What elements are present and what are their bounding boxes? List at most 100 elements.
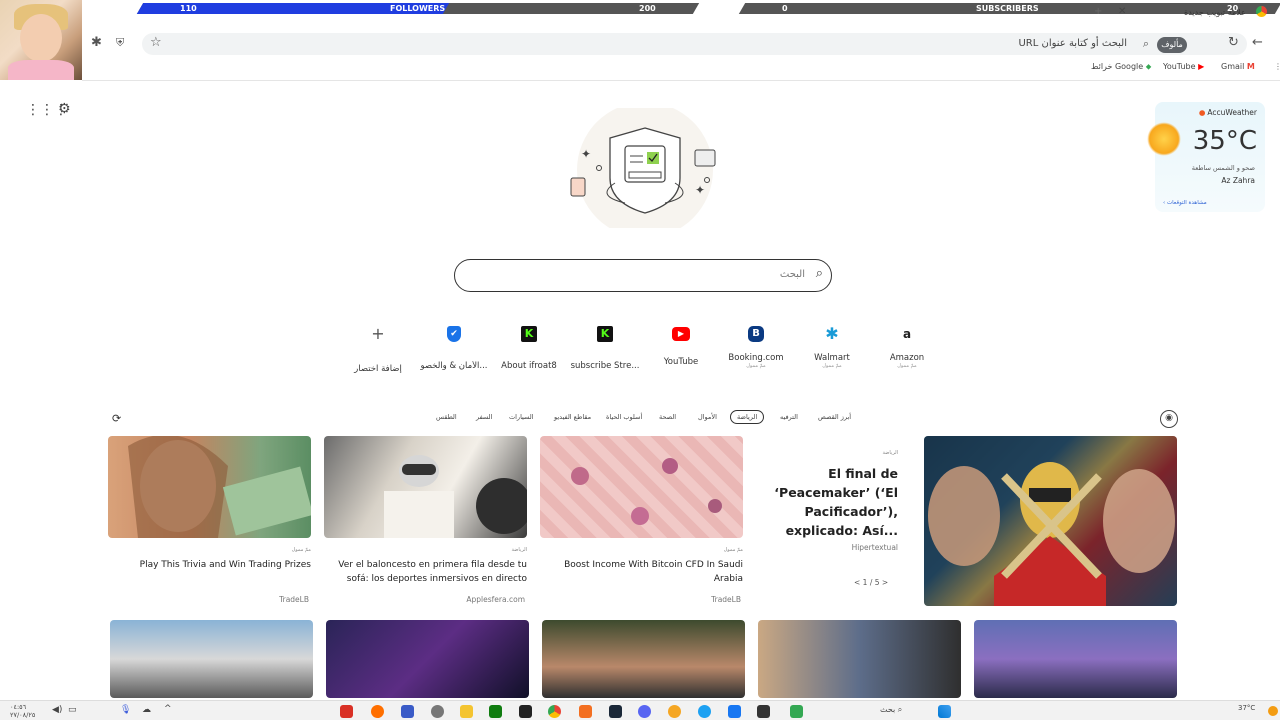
shortcut-kick-about[interactable]: K About ifroat8 [491, 320, 567, 380]
add-shortcut-button[interactable]: + إضافة اختصار [340, 320, 416, 380]
app-icon[interactable] [401, 705, 414, 718]
category-weather[interactable]: الطقس [436, 413, 457, 421]
category-lifestyle[interactable]: أسلوب الحياة [606, 413, 642, 421]
shortcut-walmart[interactable]: ✱ Walmart ممّ ممول [794, 320, 870, 380]
chrome-divider [82, 80, 1280, 81]
hero-card-image[interactable] [924, 436, 1177, 606]
news-card[interactable]: ممّ ممول Play This Trivia and Win Tradin… [108, 436, 311, 606]
amazon-icon: a [896, 323, 918, 345]
settings-icon[interactable] [431, 705, 444, 718]
shortcut-privacy[interactable]: ✔ الأمان & والخصو... [416, 320, 492, 380]
plus-icon: + [367, 323, 389, 345]
extensions-icon[interactable]: ✱ [91, 36, 102, 50]
chrome-icon[interactable] [548, 705, 561, 718]
app-icon[interactable] [668, 705, 681, 718]
more-bookmarks-icon[interactable]: ⋮ [1274, 62, 1280, 71]
search-icon: ⌕ [1142, 37, 1149, 50]
tray-chevron-icon[interactable]: ^ [164, 704, 172, 714]
shield-icon[interactable]: ⛨ [116, 36, 124, 50]
news-card[interactable]: الرياضة Ver el baloncesto en primera fil… [324, 436, 527, 606]
edge-icon[interactable] [698, 705, 711, 718]
category-top-stories[interactable]: أبرز القصص [818, 413, 851, 421]
hero-card[interactable]: الرياضة El final de ‘Peacemaker’ (‘El Pa… [758, 450, 898, 600]
windows-taskbar: ٠٤:٥٦ ٢٧/٠٨/٢٥ ◀) ▭ 🎙 ☁ ^ بحث ⌕ 37°C [0, 700, 1280, 720]
card-image [108, 436, 311, 538]
subscribers-label: SUBSCRIBERS [975, 4, 1039, 13]
onedrive-icon[interactable]: ☁ [142, 705, 151, 715]
card-meta: الرياضة [511, 547, 527, 553]
shortcut-booking[interactable]: B Booking.com ممّ ممول [718, 320, 794, 380]
youtube-icon: ▶ [1198, 62, 1205, 71]
taskbar-weather[interactable]: 37°C [1238, 704, 1255, 712]
refresh-feed-icon[interactable]: ⟳ [112, 412, 121, 425]
category-entertainment[interactable]: الترفيه [780, 413, 798, 421]
card-meta: ممّ ممول [723, 547, 743, 553]
shortcut-youtube[interactable]: ▶ YouTube [643, 320, 719, 380]
news-card-thumbnail[interactable] [326, 620, 529, 698]
bookmark-youtube[interactable]: YouTube ▶ [1163, 62, 1204, 71]
category-autos[interactable]: السيارات [509, 413, 534, 421]
bookmark-maps[interactable]: خرائط Google ⬥ [1091, 62, 1151, 72]
hero-pager[interactable]: < 1 / 5 > [854, 578, 888, 587]
new-tab-icon[interactable]: + [1094, 6, 1102, 17]
hero-category: الرياضة [882, 450, 898, 456]
category-travel[interactable]: السفر [476, 413, 492, 421]
steam-icon[interactable] [609, 705, 622, 718]
epic-games-icon[interactable] [519, 705, 532, 718]
app-icon[interactable] [757, 705, 770, 718]
feed-settings-icon[interactable]: ◉ [1160, 410, 1178, 428]
gear-icon[interactable]: ⚙ [58, 101, 71, 117]
obs-icon[interactable] [371, 705, 384, 718]
category-money[interactable]: الأموال [698, 413, 717, 421]
close-tab-icon[interactable]: ✕ [1118, 6, 1126, 17]
app-icon[interactable] [790, 705, 803, 718]
bookmark-gmail[interactable]: Gmail M [1221, 62, 1255, 71]
category-sports[interactable]: الرياضة [730, 410, 765, 424]
xbox-icon[interactable] [489, 705, 502, 718]
speaker-icon[interactable]: ◀) [52, 705, 62, 715]
gmail-icon: M [1246, 62, 1255, 71]
app-icon[interactable] [340, 705, 353, 718]
card-title[interactable]: Play This Trivia and Win Trading Prizes [108, 558, 311, 572]
tab-title[interactable]: علامة تبويب جديدة [1184, 8, 1246, 17]
app-icon[interactable] [579, 705, 592, 718]
reload-icon[interactable]: ↻ [1228, 36, 1239, 50]
taskbar-clock[interactable]: ٠٤:٥٦ ٢٧/٠٨/٢٥ [10, 703, 35, 719]
followers-current: 110 [180, 4, 197, 13]
facebook-icon[interactable] [728, 705, 741, 718]
news-card-thumbnail[interactable] [758, 620, 961, 698]
kick-icon: K [521, 326, 537, 342]
category-videos[interactable]: مقاطع الفيديو [554, 413, 591, 421]
card-source: TradeLB [279, 595, 309, 604]
bookmarks-bar: Gmail M YouTube ▶ خرائط Google ⬥ ⋮ [1060, 60, 1280, 76]
microphone-icon[interactable]: 🎙 [120, 705, 131, 715]
taskbar-search[interactable]: بحث ⌕ [880, 705, 902, 715]
category-health[interactable]: الصحة [659, 413, 676, 421]
card-title[interactable]: Boost Income With Bitcoin CFD In Saudi A… [540, 558, 743, 586]
bookmark-star-icon[interactable]: ☆ [150, 36, 162, 50]
webcam-overlay [0, 0, 82, 80]
followers-label: FOLLOWERS [390, 4, 446, 13]
hero-title[interactable]: El final de ‘Peacemaker’ (‘El Pacificado… [758, 464, 898, 540]
weather-location: Az Zahra [1221, 176, 1255, 185]
news-card-thumbnail[interactable] [974, 620, 1177, 698]
news-card[interactable]: ممّ ممول Boost Income With Bitcoin CFD I… [540, 436, 743, 606]
display-icon[interactable]: ▭ [68, 705, 77, 715]
profile-chip[interactable]: مألوف [1157, 37, 1187, 53]
weather-temperature: 35°C [1192, 126, 1257, 156]
discord-icon[interactable] [638, 705, 651, 718]
search-input[interactable]: البحث ⌕ [454, 259, 832, 292]
back-arrow-icon[interactable]: ← [1252, 36, 1263, 50]
news-card-thumbnail[interactable] [110, 620, 313, 698]
weather-forecast-link[interactable]: ‹ مشاهدة التوقعات [1163, 200, 1207, 206]
file-explorer-icon[interactable] [460, 705, 473, 718]
weather-widget[interactable]: AccuWeather 35°C صحو و الشمس ساطعة Az Za… [1147, 102, 1265, 212]
omnibox-placeholder[interactable]: البحث أو كتابة عنوان URL [1018, 38, 1127, 49]
windows-start-icon[interactable] [938, 705, 951, 718]
accuweather-brand: AccuWeather [1199, 108, 1257, 117]
shortcut-amazon[interactable]: a Amazon ممّ ممول [869, 320, 945, 380]
omnibox[interactable]: ☆ البحث أو كتابة عنوان URL ⌕ مألوف [142, 33, 1247, 55]
card-title[interactable]: Ver el baloncesto en primera fila desde … [324, 558, 527, 586]
news-card-thumbnail[interactable] [542, 620, 745, 698]
shortcut-kick-subscribe[interactable]: K subscribe Stre... [567, 320, 643, 380]
